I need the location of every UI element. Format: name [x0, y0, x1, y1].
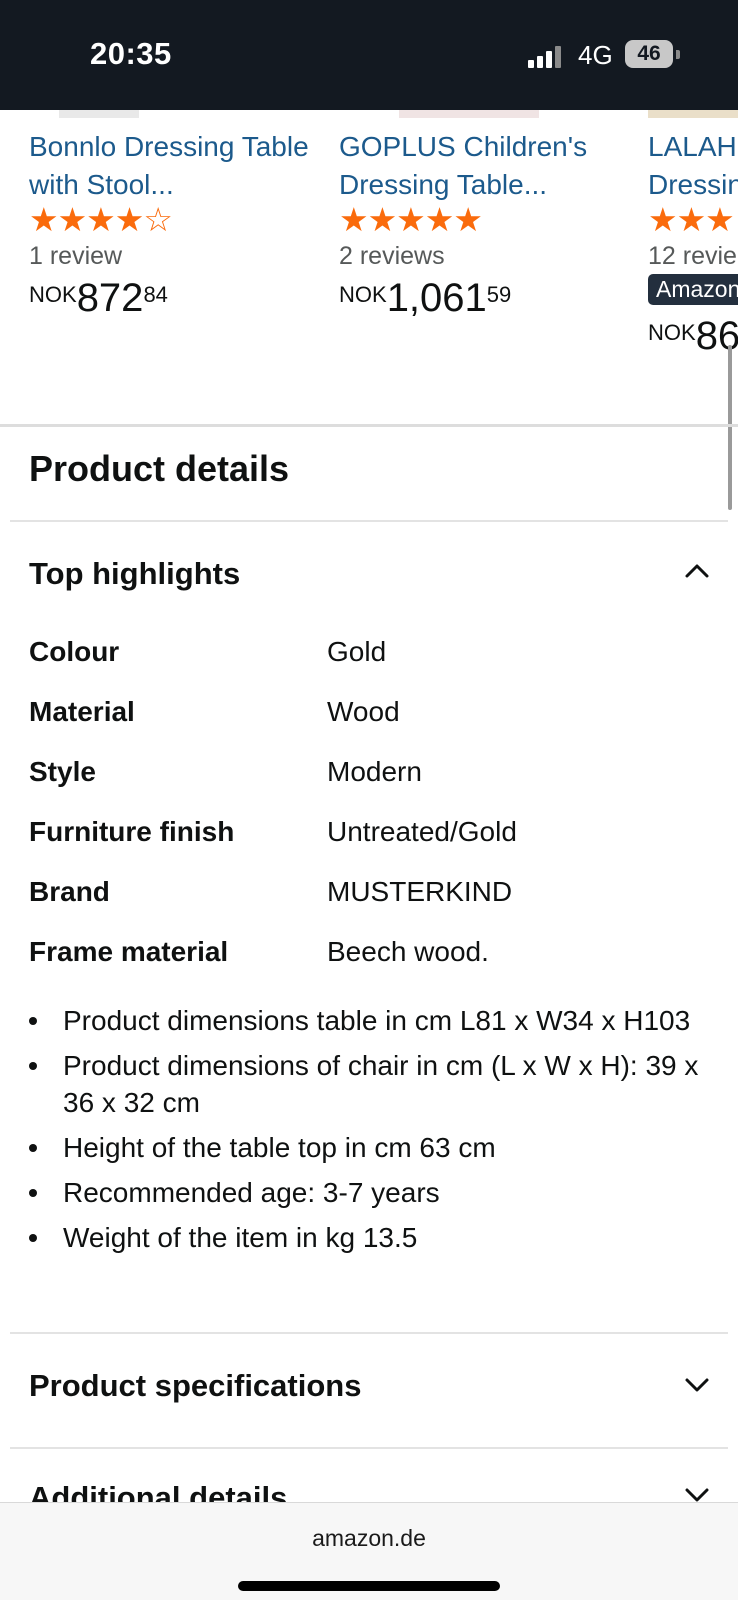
product-card-bonnlo[interactable]: Bonnlo Dressing Table with Stool... ★★★★… — [29, 110, 319, 410]
detail-value: Wood — [327, 696, 400, 727]
divider — [10, 1332, 728, 1334]
home-indicator[interactable] — [238, 1581, 500, 1591]
bullet-text: Weight of the item in kg 13.5 — [63, 1222, 418, 1253]
additional-details-toggle[interactable]: Additional details — [29, 1480, 287, 1502]
list-item: Weight of the item in kg 13.5 — [29, 1219, 719, 1256]
product-title-link[interactable]: LALAH Dressin — [648, 128, 738, 204]
detail-key: Colour — [29, 636, 120, 667]
status-bar: 20:35 4G 46 — [0, 0, 738, 110]
list-item: Product dimensions of chair in cm (L x W… — [29, 1047, 719, 1121]
bullet-text: Recommended age: 3-7 years — [63, 1177, 440, 1208]
divider — [10, 520, 728, 522]
price-currency: NOK — [339, 282, 387, 307]
network-type: 4G — [578, 40, 613, 70]
list-item: Height of the table top in cm 63 cm — [29, 1129, 719, 1166]
review-count[interactable]: 1 review — [29, 242, 122, 271]
browser-address-bar[interactable]: amazon.de — [0, 1502, 738, 1600]
feature-bullet-list: Product dimensions table in cm L81 x W34… — [29, 1002, 719, 1264]
detail-row-colour: Colour Gold — [29, 636, 729, 676]
price-currency: NOK — [648, 320, 696, 345]
detail-value: Untreated/Gold — [327, 816, 517, 847]
bullet-icon — [29, 1017, 37, 1025]
battery-level: 46 — [637, 42, 661, 65]
price-fraction: 59 — [486, 282, 512, 307]
url-text[interactable]: amazon.de — [0, 1525, 738, 1552]
product-card-lalah[interactable]: LALAH Dressin ★★★ 12 revie Amazon NOK86 — [648, 110, 738, 410]
bullet-icon — [29, 1144, 37, 1152]
battery-icon: 46 — [625, 40, 673, 68]
bullet-text: Product dimensions table in cm L81 x W34… — [63, 1005, 691, 1036]
detail-value: Beech wood. — [327, 936, 489, 967]
bullet-icon — [29, 1189, 37, 1197]
detail-key: Material — [29, 696, 135, 727]
additional-details-row[interactable]: Additional details — [0, 1430, 738, 1502]
detail-key: Furniture finish — [29, 816, 235, 847]
list-item: Product dimensions table in cm L81 x W34… — [29, 1002, 719, 1039]
bullet-text: Product dimensions of chair in cm (L x W… — [63, 1050, 699, 1118]
detail-row-style: Style Modern — [29, 756, 729, 796]
chevron-up-icon[interactable] — [684, 558, 710, 584]
detail-key: Brand — [29, 876, 110, 907]
product-price: NOK86 — [648, 314, 738, 359]
review-count[interactable]: 2 reviews — [339, 242, 445, 271]
star-rating-icon: ★★★★★ — [339, 201, 483, 238]
review-count[interactable]: 12 revie — [648, 242, 737, 271]
detail-key: Style — [29, 756, 96, 787]
product-image-edge — [648, 110, 738, 118]
price-fraction: 84 — [143, 282, 168, 307]
product-card-goplus[interactable]: GOPLUS Children's Dressing Table... ★★★★… — [339, 110, 629, 410]
bullet-icon — [29, 1234, 37, 1242]
related-products-carousel[interactable]: Bonnlo Dressing Table with Stool... ★★★★… — [0, 110, 738, 420]
product-title-link[interactable]: GOPLUS Children's Dressing Table... — [339, 128, 629, 204]
star-rating-icon: ★★★★☆ — [29, 201, 173, 238]
price-whole: 1,061 — [386, 276, 487, 320]
bullet-text: Height of the table top in cm 63 cm — [63, 1132, 496, 1163]
detail-value: Modern — [327, 756, 422, 787]
status-time: 20:35 — [90, 36, 172, 71]
detail-row-furniture-finish: Furniture finish Untreated/Gold — [29, 816, 729, 856]
price-whole: 872 — [76, 276, 144, 320]
section-divider — [0, 424, 738, 427]
page-scrollbar[interactable] — [728, 345, 732, 510]
product-price: NOK87284 — [29, 276, 168, 321]
price-currency: NOK — [29, 282, 77, 307]
amazon-badge: Amazon — [648, 274, 738, 305]
detail-row-material: Material Wood — [29, 696, 729, 736]
detail-value: Gold — [327, 636, 387, 667]
detail-key: Frame material — [29, 936, 229, 967]
top-highlights-toggle[interactable]: Top highlights — [29, 556, 240, 592]
list-item: Recommended age: 3-7 years — [29, 1174, 719, 1211]
detail-row-frame-material: Frame material Beech wood. — [29, 936, 729, 976]
bullet-icon — [29, 1062, 37, 1070]
chevron-down-icon[interactable] — [684, 1372, 710, 1398]
chevron-down-icon[interactable] — [684, 1482, 710, 1502]
product-image-edge — [59, 110, 139, 118]
product-details-heading: Product details — [29, 448, 290, 489]
product-image-edge — [399, 110, 539, 118]
battery-tip — [676, 50, 680, 59]
detail-value: MUSTERKIND — [327, 876, 513, 907]
product-title-link[interactable]: Bonnlo Dressing Table with Stool... — [29, 128, 319, 204]
star-rating-icon: ★★★ — [648, 201, 735, 238]
detail-row-brand: Brand MUSTERKIND — [29, 876, 729, 916]
product-price: NOK1,06159 — [339, 276, 511, 321]
cellular-signal-icon — [528, 44, 564, 68]
product-specifications-toggle[interactable]: Product specifications — [29, 1368, 361, 1404]
